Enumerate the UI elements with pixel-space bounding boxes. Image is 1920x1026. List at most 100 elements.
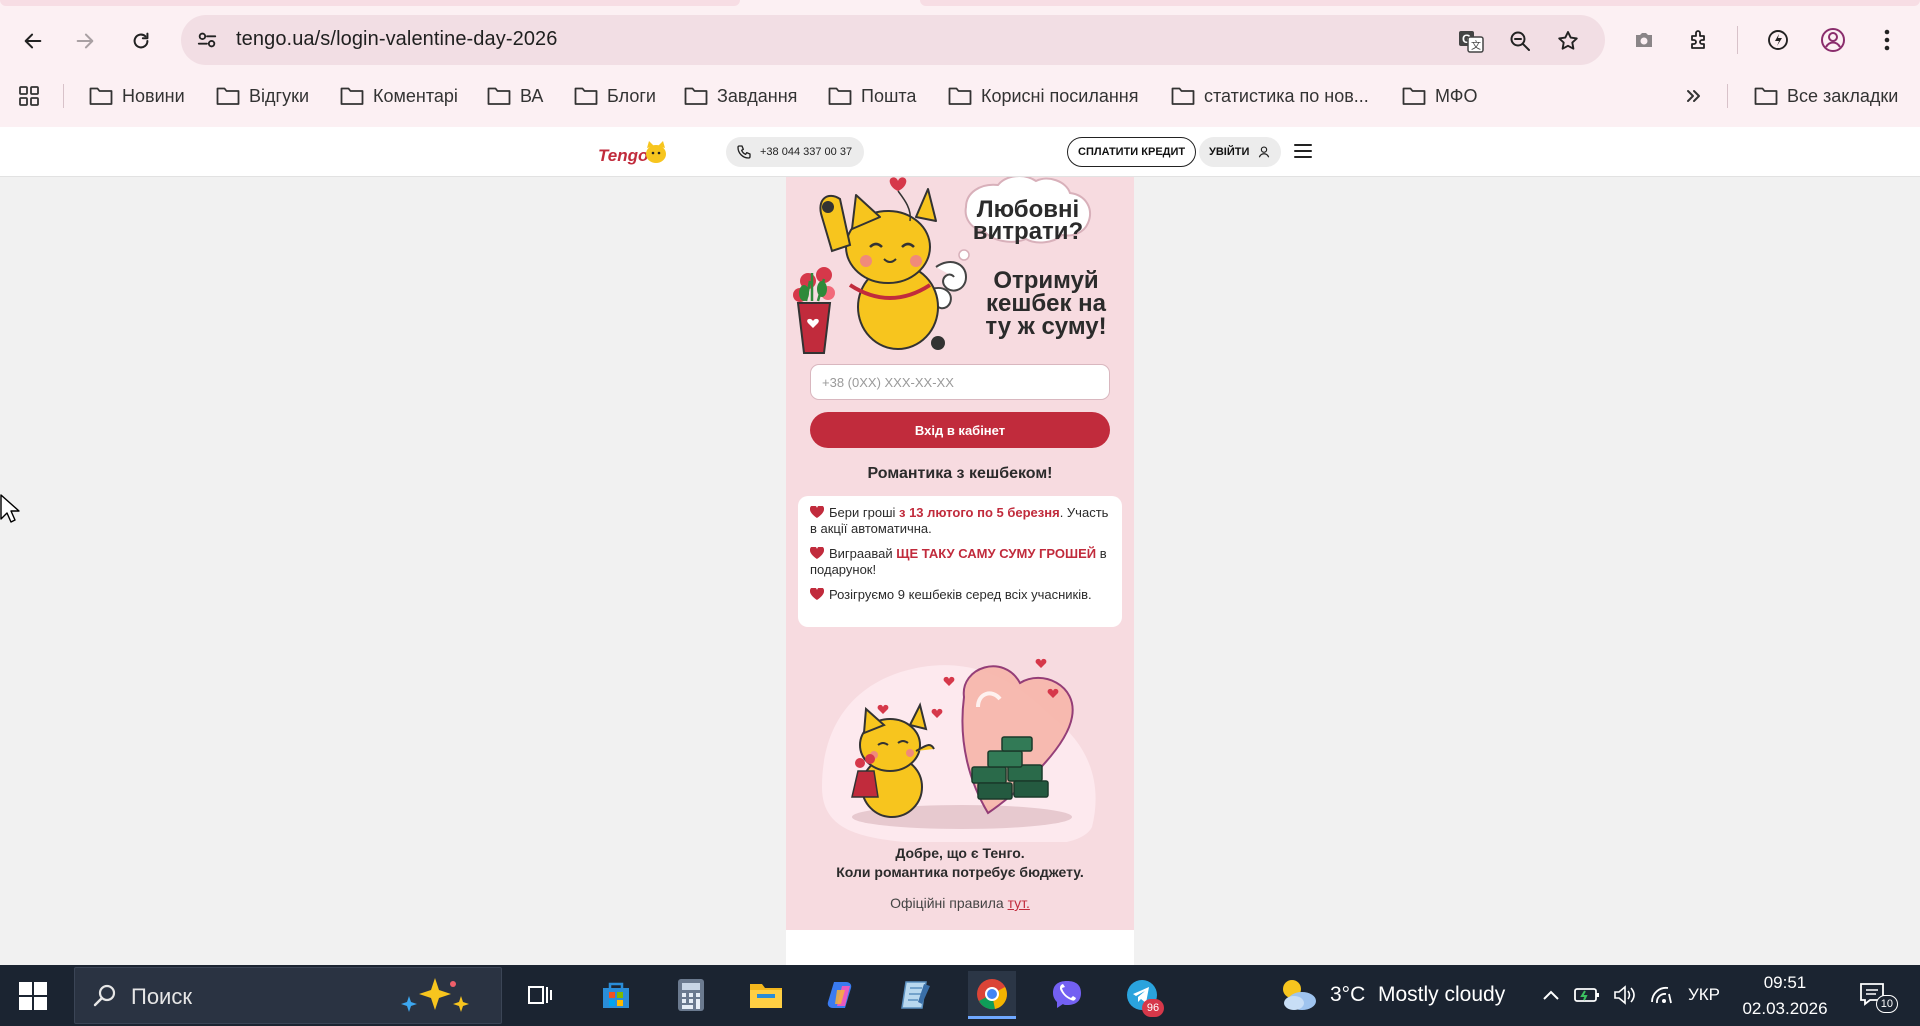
bookmark-label: статистика по нов...	[1204, 85, 1369, 106]
heart-icon	[810, 588, 824, 600]
taskbar-search-box[interactable]: Поиск	[74, 967, 502, 1024]
phone-contact-button[interactable]: +38 044 337 00 37	[726, 137, 865, 167]
calculator-icon[interactable]	[667, 971, 715, 1019]
rule-highlight: ЩЕ ТАКУ САМУ СУМУ ГРОШЕЙ	[896, 546, 1097, 561]
tab-strip	[0, 0, 1920, 6]
all-bookmarks-label: Все закладки	[1787, 85, 1899, 106]
bookmark-folder-news[interactable]: Новини	[89, 78, 185, 114]
notification-count-badge: 10	[1875, 995, 1898, 1013]
official-rules-text: Офіційні правила	[890, 895, 1008, 911]
bubble-headline: Любовні витрати?	[972, 196, 1084, 245]
login-button[interactable]: УВІЙТИ	[1199, 137, 1282, 167]
rule-text: Бери гроші	[829, 505, 899, 520]
rule-highlight: з 13 лютого по 5 березня	[899, 505, 1060, 520]
bookmark-label: Коментарі	[373, 85, 458, 106]
bookmark-folder-va[interactable]: ВА	[487, 78, 543, 114]
all-bookmarks-button[interactable]: Все закладки	[1754, 78, 1898, 114]
folder-icon	[487, 87, 511, 105]
bookmark-folder-blogs[interactable]: Блоги	[574, 78, 656, 114]
official-rules-link[interactable]: тут.	[1008, 895, 1030, 911]
tagline-line-2: Коли романтика потребує бюджету.	[836, 864, 1084, 880]
back-button[interactable]	[14, 22, 52, 60]
page-footer-strip	[786, 930, 1134, 965]
bookmark-folder-useful-links[interactable]: Корисні посилання	[948, 78, 1138, 114]
folder-icon	[574, 87, 598, 105]
windows-taskbar: Поиск 96 3°C Mostly cloudy УКР 09:51 02.…	[0, 965, 1920, 1026]
rule-text: Розігруємо 9 кешбеків серед всіх учасник…	[829, 587, 1092, 602]
star-icon[interactable]	[1554, 27, 1582, 55]
bookmark-label: Блоги	[607, 85, 656, 106]
clock-time[interactable]: 09:51	[1745, 973, 1825, 993]
chrome-icon[interactable]	[968, 971, 1016, 1019]
folder-icon	[828, 87, 852, 105]
login-cabinet-button[interactable]: Вхід в кабінет	[810, 412, 1110, 448]
profile-icon[interactable]	[1815, 22, 1851, 58]
bookmark-folder-statistics[interactable]: статистика по нов...	[1171, 78, 1369, 114]
weather-description[interactable]: Mostly cloudy	[1378, 983, 1505, 1007]
wifi-icon[interactable]	[1647, 983, 1675, 1007]
folder-icon	[1402, 87, 1426, 105]
browser-chrome: tengo.ua/s/login-valentine-day-2026 G文 Н	[0, 0, 1920, 127]
phone-input[interactable]	[810, 364, 1110, 400]
url-text[interactable]: tengo.ua/s/login-valentine-day-2026	[236, 28, 558, 51]
folder-icon	[89, 87, 113, 105]
heart-icon	[810, 506, 824, 518]
pay-credit-button[interactable]: СПЛАТИТИ КРЕДИТ	[1067, 137, 1197, 167]
search-label: Поиск	[131, 984, 192, 1009]
sparkle-icon	[401, 978, 469, 1012]
bookmarks-bar: Новини Відгуки Коментарі ВА Блоги Завдан…	[0, 78, 1920, 114]
bookmark-folder-mail[interactable]: Пошта	[828, 78, 916, 114]
bookmark-label: Відгуки	[249, 85, 310, 106]
address-bar[interactable]: tengo.ua/s/login-valentine-day-2026 G文	[181, 15, 1605, 65]
windows-start-icon[interactable]	[18, 981, 48, 1011]
extensions-icon[interactable]	[1681, 22, 1717, 58]
notification-center-button[interactable]: 10	[1858, 981, 1898, 1013]
more-bookmarks-button[interactable]	[1685, 78, 1703, 114]
bookmark-folder-comments[interactable]: Коментарі	[340, 78, 458, 114]
bookmark-folder-reviews[interactable]: Відгуки	[216, 78, 309, 114]
camera-icon[interactable]	[1626, 22, 1662, 58]
file-explorer-icon[interactable]	[742, 971, 790, 1019]
hamburger-menu-icon[interactable]	[1294, 142, 1312, 160]
tab[interactable]	[0, 0, 740, 6]
microsoft-store-icon[interactable]	[592, 971, 640, 1019]
apps-grid-icon[interactable]	[17, 78, 41, 114]
bookmark-folder-mfo[interactable]: МФО	[1402, 78, 1477, 114]
language-indicator[interactable]: УКР	[1684, 983, 1724, 1007]
login-label: УВІЙТИ	[1209, 146, 1250, 158]
forward-button[interactable]	[66, 22, 104, 60]
folder-icon	[684, 87, 708, 105]
cat-money-heart-illustration	[812, 637, 1108, 847]
task-view-icon[interactable]	[516, 971, 564, 1019]
zoom-icon[interactable]	[1506, 27, 1534, 55]
promo-panel: Любовні витрати? Отримуй кешбек на ту ж …	[786, 177, 1134, 930]
clock-date[interactable]: 02.03.2026	[1735, 999, 1835, 1019]
tengo-logo[interactable]: Tengo	[598, 137, 670, 169]
heart-icon	[810, 547, 824, 559]
rule-item: Бери гроші з 13 лютого по 5 березня. Уча…	[810, 505, 1110, 537]
arrow-left-icon	[24, 33, 42, 49]
folder-icon	[1754, 87, 1778, 105]
more-menu-icon[interactable]	[1869, 22, 1905, 58]
phone-icon	[737, 145, 751, 159]
site-info-icon[interactable]	[194, 27, 220, 53]
language-label: УКР	[1687, 985, 1721, 1004]
mouse-cursor-icon	[0, 494, 20, 523]
telegram-icon[interactable]: 96	[1118, 971, 1166, 1019]
battery-icon[interactable]	[1572, 983, 1602, 1007]
reload-icon	[133, 32, 149, 49]
performance-icon[interactable]	[1760, 22, 1796, 58]
folder-icon	[948, 87, 972, 105]
bookmark-label: Новини	[122, 85, 185, 106]
viber-icon[interactable]	[1043, 971, 1091, 1019]
notepad-icon[interactable]	[892, 971, 940, 1019]
reload-button[interactable]	[122, 22, 160, 60]
bookmark-folder-tasks[interactable]: Завдання	[684, 78, 797, 114]
translate-icon[interactable]: G文	[1457, 27, 1485, 55]
tab[interactable]	[920, 0, 1920, 6]
speaker-icon[interactable]	[1611, 983, 1639, 1007]
copilot-icon[interactable]	[817, 971, 865, 1019]
weather-temperature[interactable]: 3°C	[1330, 983, 1365, 1007]
chevron-up-icon[interactable]	[1538, 983, 1564, 1007]
weather-cloudy-icon	[1283, 980, 1316, 1010]
